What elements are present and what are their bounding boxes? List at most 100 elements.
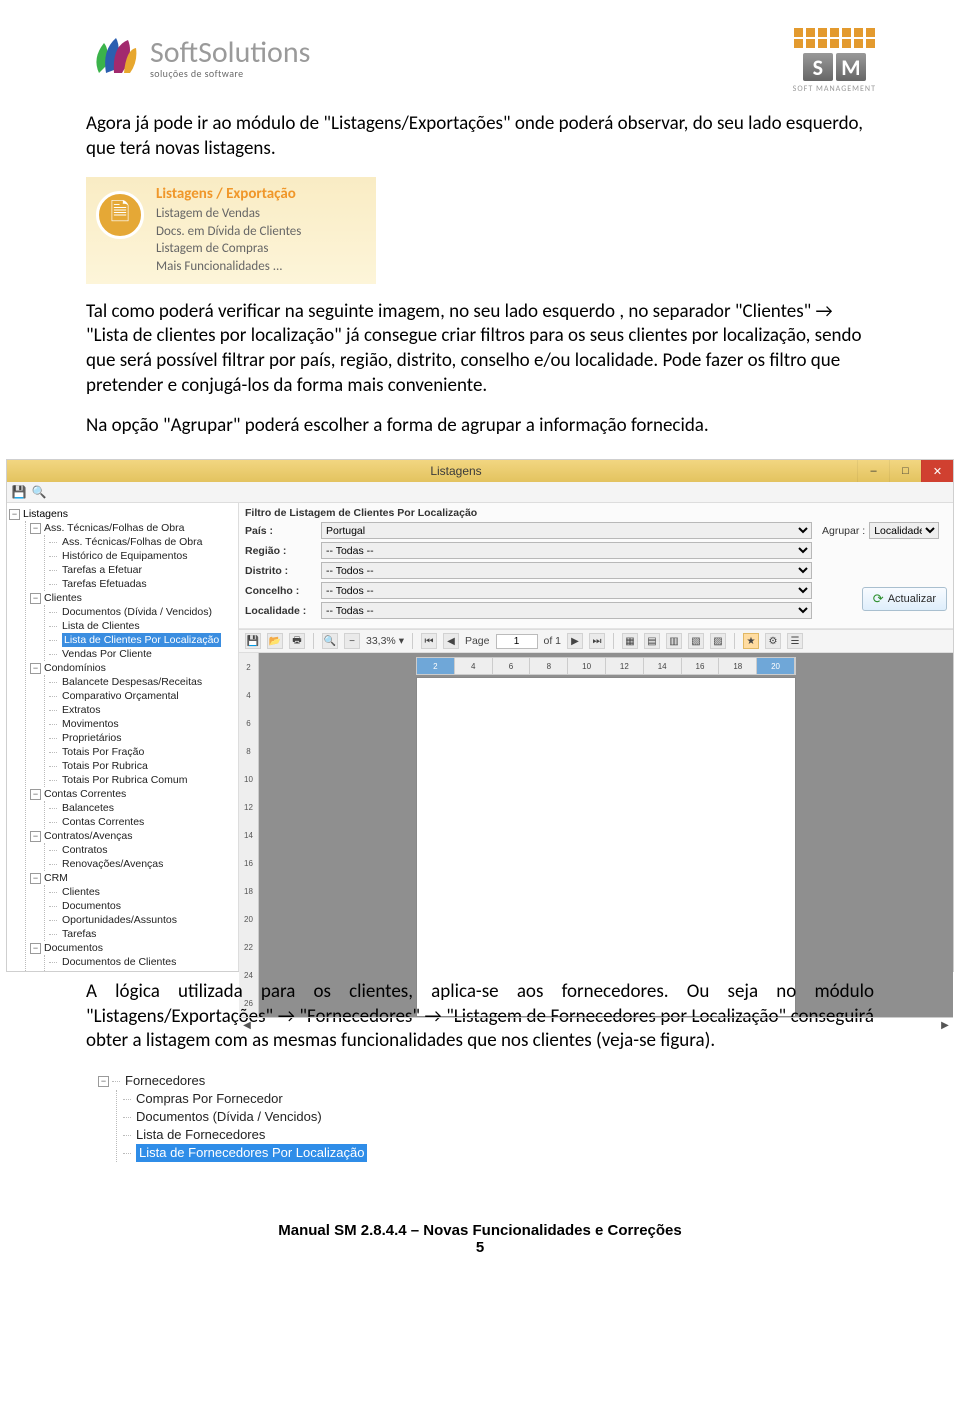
paragraph-1: Agora já pode ir ao módulo de "Listagens… [0,104,960,169]
logo-text-2: Solutions [198,34,310,71]
page-prev-icon[interactable]: ◀ [443,633,459,649]
tree-leaf[interactable]: Histórico de Equipamentos [62,549,187,563]
filter-select[interactable]: -- Todos -- [321,562,812,579]
layout4-icon[interactable]: ▧ [688,633,704,649]
tree-leaf[interactable]: Balancetes [62,801,114,815]
tree-leaf[interactable]: Contratos [62,843,108,857]
tree-branch[interactable]: Contas Correntes [44,787,126,801]
tree-snippet-root[interactable]: Fornecedores [125,1072,205,1090]
layout5-icon[interactable]: ▨ [710,633,726,649]
tree-branch[interactable]: Condomínios [44,661,106,675]
tree-leaf[interactable]: Tarefas a Efetuar [62,563,142,577]
tree-leaf[interactable]: Ass. Técnicas/Folhas de Obra [62,535,202,549]
tree-leaf[interactable]: Renovações/Avenças [62,857,163,871]
document-icon: 🗎 [96,191,144,239]
agrupar-select[interactable]: Localidade [869,522,939,539]
tree-leaf[interactable]: Clientes [62,885,100,899]
expand-icon[interactable]: − [30,593,41,604]
layout2-icon[interactable]: ▤ [644,633,660,649]
tree-branch[interactable]: CRM [44,871,68,885]
page-current-input[interactable] [496,634,538,649]
print-icon[interactable]: 🖶 [289,633,305,649]
tree-leaf[interactable]: Proprietários [62,731,122,745]
filter-select[interactable]: -- Todas -- [321,602,812,619]
footer-page: 5 [0,1239,960,1256]
tree-leaf[interactable]: Lista de Clientes Por Localização [62,633,221,647]
tree-leaf[interactable]: Balancete Despesas/Receitas [62,675,202,689]
minimize-button[interactable]: – [857,460,889,482]
horizontal-scrollbar[interactable]: ◀ ▶ [239,1017,953,1018]
menu-box-item[interactable]: Listagem de Vendas [156,205,364,223]
zoom-icon[interactable]: 🔍 [322,633,338,649]
page-last-icon[interactable]: ⏭ [589,633,605,649]
highlight-icon[interactable]: ★ [743,633,759,649]
window-titlebar: Listagens – □ ✕ [7,460,953,482]
agrupar-label: Agrupar : [822,525,865,537]
logo-sub: soluções de software [150,67,310,80]
maximize-button[interactable]: □ [889,460,921,482]
tree-leaf[interactable]: Comparativo Orçamental [62,689,179,703]
page-first-icon[interactable]: ⏮ [421,633,437,649]
menu-box-item[interactable]: Listagem de Compras [156,240,364,258]
open-icon[interactable]: 📂 [267,633,283,649]
tree-leaf[interactable]: Oportunidades/Assuntos [62,913,177,927]
tree-leaf[interactable]: Extratos [62,703,101,717]
filter-select[interactable]: -- Todos -- [321,582,812,599]
tree-snippet-leaf[interactable]: Lista de Fornecedores [136,1126,265,1144]
tree-leaf[interactable]: Documentos (Dívida / Vencidos) [62,605,212,619]
tree-leaf[interactable]: Totais Por Rubrica Comum [62,773,187,787]
tree-leaf[interactable]: Totais Por Rubrica [62,759,148,773]
tree-snippet-leaf[interactable]: Lista de Fornecedores Por Localização [136,1144,367,1162]
tree-root-label[interactable]: Listagens [23,507,68,521]
expand-icon[interactable]: − [98,1076,109,1087]
actualizar-button[interactable]: ⟳ Actualizar [862,587,947,611]
close-button[interactable]: ✕ [921,460,953,482]
tree-branch[interactable]: Ass. Técnicas/Folhas de Obra [44,521,184,535]
tree-snippet-leaf[interactable]: Compras Por Fornecedor [136,1090,283,1108]
filter-select[interactable]: Portugal [321,522,812,539]
expand-icon[interactable]: − [30,663,41,674]
mini-toolbar: 💾 🔍 [7,482,953,503]
tree-snippet-leaf[interactable]: Documentos (Dívida / Vencidos) [136,1108,322,1126]
tree-leaf[interactable]: Documentos [62,899,121,913]
zoom-value[interactable]: 33,3% ▾ [366,635,404,647]
filter-label: Concelho : [245,585,315,597]
tree-leaf[interactable]: Totais Por Fração [62,745,144,759]
expand-icon[interactable]: − [30,523,41,534]
zoom-out-icon[interactable]: − [344,633,360,649]
tree-leaf[interactable]: Vendas Por Cliente [62,647,152,661]
filter-select[interactable]: -- Todas -- [321,542,812,559]
scroll-left-icon[interactable]: ◀ [239,1018,255,1034]
tree-leaf[interactable]: Documentos de Fornecedores [62,969,203,971]
tree-branch[interactable]: Clientes [44,591,82,605]
page-next-icon[interactable]: ▶ [567,633,583,649]
search-icon[interactable]: 🔍 [31,484,47,500]
tree-leaf[interactable]: Lista de Clientes [62,619,140,633]
page-label: Page [465,635,490,647]
tree-leaf[interactable]: Tarefas Efetuadas [62,577,147,591]
tool1-icon[interactable]: ⚙ [765,633,781,649]
tree-branch[interactable]: Documentos [44,941,103,955]
expand-icon[interactable]: − [30,873,41,884]
tree-leaf[interactable]: Contas Correntes [62,815,144,829]
tree-sidebar[interactable]: −Listagens −Ass. Técnicas/Folhas de Obra… [7,503,239,971]
scroll-right-icon[interactable]: ▶ [937,1018,953,1034]
page-of: of 1 [544,635,562,647]
tree-branch[interactable]: Contratos/Avenças [44,829,133,843]
tree-leaf[interactable]: Movimentos [62,717,119,731]
tool2-icon[interactable]: ☰ [787,633,803,649]
filter-label: Distrito : [245,565,315,577]
tree-leaf[interactable]: Documentos de Clientes [62,955,176,969]
expand-icon[interactable]: − [30,943,41,954]
menu-box-item[interactable]: Mais Funcionalidades ... [156,258,364,276]
save-icon[interactable]: 💾 [11,484,27,500]
expand-icon[interactable]: − [9,509,20,520]
layout1-icon[interactable]: ▦ [622,633,638,649]
expand-icon[interactable]: − [30,831,41,842]
layout3-icon[interactable]: ▥ [666,633,682,649]
save-icon[interactable]: 💾 [245,633,261,649]
expand-icon[interactable]: − [30,789,41,800]
paragraph-3: Na opção "Agrupar" poderá escolher a for… [0,406,960,447]
menu-box-item[interactable]: Docs. em Dívida de Clientes [156,223,364,241]
tree-leaf[interactable]: Tarefas [62,927,96,941]
